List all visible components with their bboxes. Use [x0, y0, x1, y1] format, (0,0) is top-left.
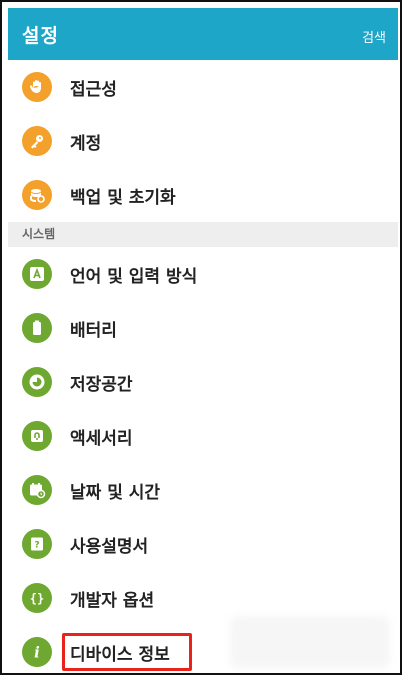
settings-item-accessories[interactable]: 액세서리: [8, 409, 398, 463]
app-bar: 설정 검색: [8, 8, 398, 60]
settings-item-label: 사용설명서: [70, 537, 149, 557]
svg-text:{}: {}: [30, 592, 44, 606]
key-icon: [22, 126, 52, 156]
section-header-system: 시스템: [8, 222, 398, 247]
settings-item-accessibility[interactable]: 접근성: [8, 60, 398, 114]
search-button[interactable]: 검색: [362, 27, 386, 46]
settings-item-battery[interactable]: 배터리: [8, 301, 398, 355]
settings-item-accounts[interactable]: 계정: [8, 114, 398, 168]
svg-text:?: ?: [34, 541, 39, 551]
settings-item-language-input[interactable]: 언어 및 입력 방식: [8, 247, 398, 301]
backup-reset-icon: [22, 180, 52, 210]
svg-text:i: i: [34, 644, 40, 662]
calendar-clock-icon: [22, 475, 52, 505]
settings-item-label: 백업 및 초기화: [70, 188, 176, 208]
redacted-region: [230, 616, 390, 668]
storage-icon: [22, 367, 52, 397]
settings-item-label: 개발자 옵션: [70, 591, 155, 611]
accessibility-hand-icon: [22, 72, 52, 102]
settings-item-backup-reset[interactable]: 백업 및 초기화: [8, 168, 398, 222]
settings-item-date-time[interactable]: 날짜 및 시간: [8, 463, 398, 517]
accessory-icon: [22, 421, 52, 451]
settings-item-label: 저장공간: [70, 375, 133, 395]
settings-item-label: 액세서리: [70, 429, 133, 449]
language-input-icon: [22, 259, 52, 289]
settings-item-label: 접근성: [70, 80, 117, 100]
settings-item-storage[interactable]: 저장공간: [8, 355, 398, 409]
settings-list: 접근성 계정 백업 및 초기화 시스템 언어 및 입력 방식 배터리 저장공간 …: [8, 60, 398, 673]
settings-item-label: 계정: [70, 134, 102, 154]
screenshot-frame: 설정 검색 접근성 계정 백업 및 초기화 시스템 언어 및 입력 방식 배터리…: [0, 0, 402, 675]
settings-item-label: 날짜 및 시간: [70, 483, 161, 503]
battery-icon: [22, 313, 52, 343]
settings-item-label: 배터리: [70, 321, 117, 341]
settings-item-label: 언어 및 입력 방식: [70, 267, 198, 287]
settings-item-user-manual[interactable]: ? 사용설명서: [8, 517, 398, 571]
user-manual-icon: ?: [22, 529, 52, 559]
info-icon: i: [22, 637, 52, 667]
settings-item-label: 디바이스 정보: [70, 645, 170, 665]
developer-braces-icon: {}: [22, 583, 52, 613]
page-title: 설정: [22, 25, 59, 47]
